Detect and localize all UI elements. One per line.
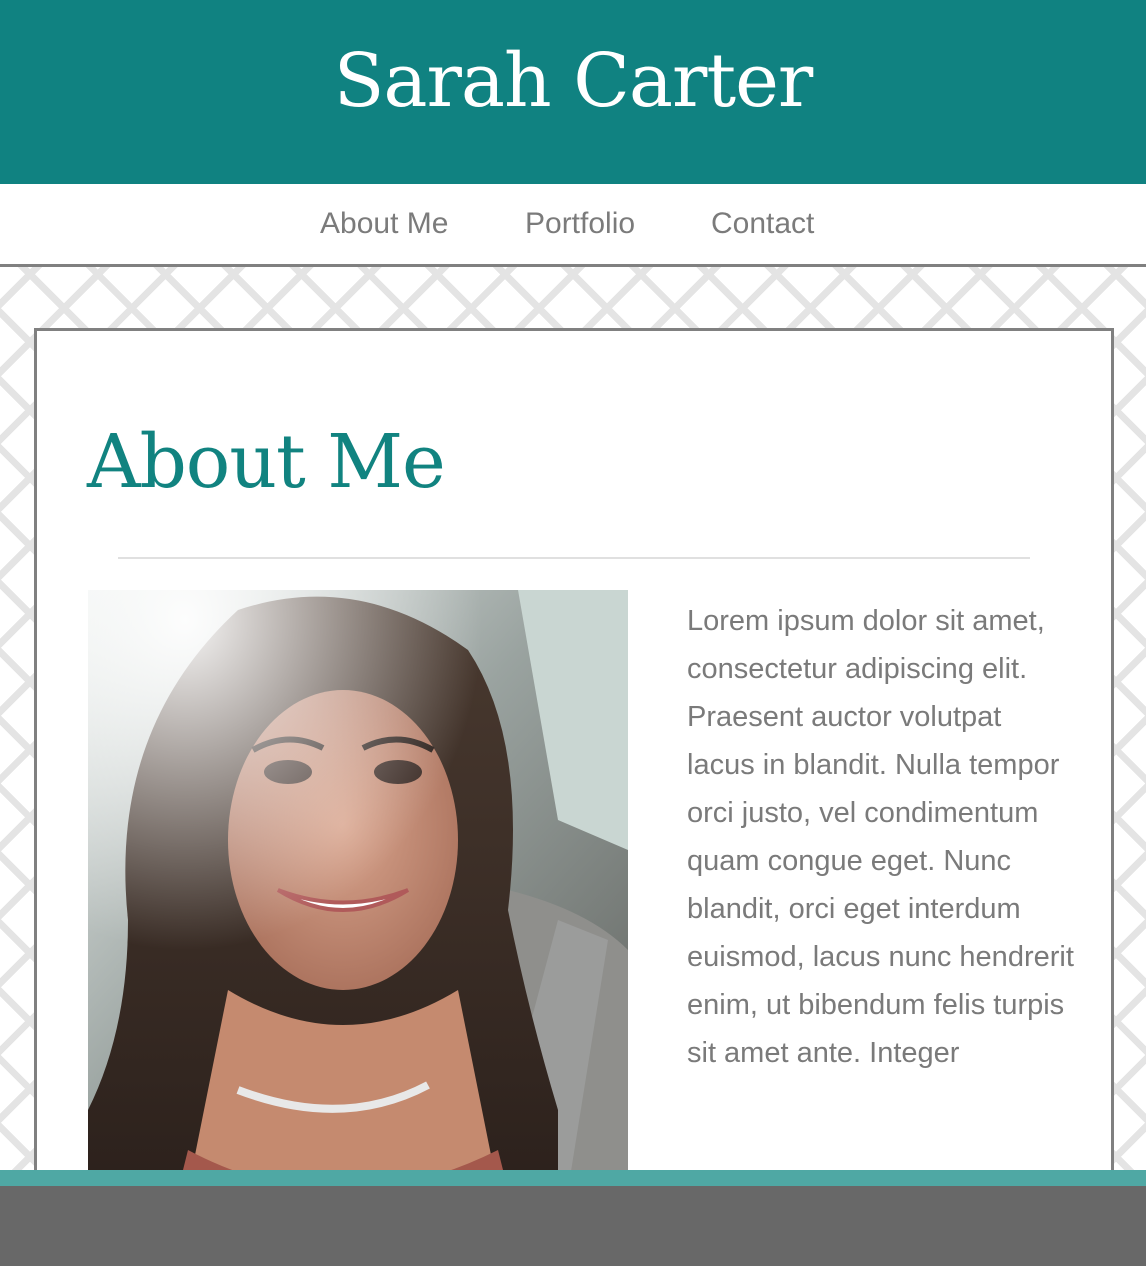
nav-item-about-me[interactable]: About Me (320, 204, 448, 244)
footer-accent-bar (0, 1170, 1146, 1186)
about-card: About Me Lorem ipsum dolor sit amet, con… (34, 328, 1114, 1191)
page-title: About Me (87, 419, 446, 505)
profile-photo (88, 590, 628, 1190)
site-title: Sarah Carter (333, 38, 814, 124)
site-footer (0, 1186, 1146, 1266)
site-header: Sarah Carter (0, 0, 1146, 184)
nav-item-contact[interactable]: Contact (711, 204, 814, 244)
bio-text: Lorem ipsum dolor sit amet, consectetur … (687, 605, 1074, 1069)
main-nav: About Me Portfolio Contact (0, 184, 1146, 267)
nav-item-portfolio[interactable]: Portfolio (525, 204, 635, 244)
divider (118, 557, 1030, 559)
